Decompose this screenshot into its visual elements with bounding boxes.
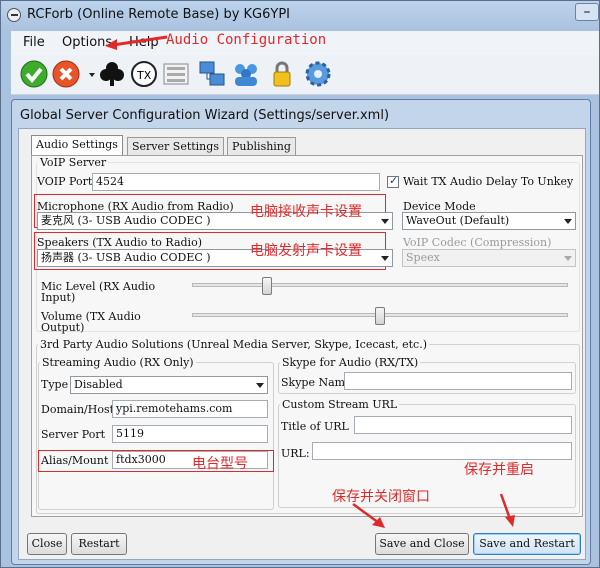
chevron-down-icon bbox=[256, 383, 264, 388]
volume-label-2: Output) bbox=[41, 321, 85, 334]
arrow-save-restart-icon bbox=[499, 493, 515, 527]
tab-server-settings[interactable]: Server Settings bbox=[127, 137, 224, 155]
arrow-save-close-icon bbox=[352, 502, 385, 528]
main-window: RCForb (Online Remote Base) by KG6YPI – … bbox=[0, 0, 600, 568]
chevron-down-icon bbox=[564, 256, 572, 261]
stream-type-value: Disabled bbox=[74, 378, 123, 391]
skype-title: Skype for Audio (RX/TX) bbox=[280, 356, 421, 369]
minimize-button[interactable]: – bbox=[575, 3, 599, 21]
window-title: RCForb (Online Remote Base) by KG6YPI bbox=[27, 7, 291, 22]
codec-value: Speex bbox=[406, 251, 440, 264]
mic-level-slider-track bbox=[192, 283, 568, 287]
tx-icon[interactable]: TX bbox=[129, 59, 159, 89]
host-label: Domain/Host bbox=[41, 403, 115, 416]
annotation-arrow-icon bbox=[105, 35, 168, 50]
wait-tx-label: Wait TX Audio Delay To Unkey bbox=[403, 175, 574, 188]
tab-audio-settings[interactable]: Audio Settings bbox=[31, 135, 123, 156]
toolbar: TX bbox=[11, 55, 599, 95]
dialog-title: Global Server Configuration Wizard (Sett… bbox=[20, 108, 390, 123]
tab-publishing[interactable]: Publishing bbox=[227, 137, 296, 155]
title-of-url-label: Title of URL bbox=[281, 420, 349, 433]
voip-port-label: VOIP Port bbox=[37, 175, 93, 188]
club-icon[interactable] bbox=[97, 59, 127, 89]
check-icon[interactable] bbox=[19, 59, 49, 89]
save-and-close-button[interactable]: Save and Close bbox=[375, 533, 469, 555]
mic-select-value: 麦克风 (3- USB Audio CODEC ) bbox=[41, 214, 211, 227]
volume-slider[interactable] bbox=[375, 307, 385, 325]
save-and-restart-button[interactable]: Save and Restart bbox=[473, 533, 581, 555]
svg-text:TX: TX bbox=[136, 69, 152, 82]
voip-port-input[interactable]: 4524 bbox=[92, 173, 380, 191]
mic-level-slider[interactable] bbox=[262, 277, 273, 295]
type-label: Type bbox=[41, 378, 69, 391]
stream-type-select[interactable]: Disabled bbox=[70, 376, 268, 394]
url-label: URL: bbox=[281, 447, 310, 460]
annotation-save-restart: 保存并重启 bbox=[464, 462, 534, 478]
app-icon bbox=[7, 8, 21, 22]
server-port-label: Server Port bbox=[41, 428, 106, 441]
annotation-mic: 电脑接收声卡设置 bbox=[250, 204, 362, 220]
url-input[interactable] bbox=[312, 442, 572, 460]
network-icon[interactable] bbox=[197, 59, 227, 89]
codec-select: Speex bbox=[402, 249, 576, 267]
voip-group-title: VoIP Server bbox=[38, 156, 109, 169]
dialog-body: Audio Settings Server Settings Publishin… bbox=[18, 128, 586, 560]
alias-label: Alias/Mount bbox=[41, 454, 109, 467]
chevron-down-icon bbox=[564, 219, 572, 224]
title-of-url-input[interactable] bbox=[354, 416, 572, 434]
speakers-label: Speakers (TX Audio to Radio) bbox=[37, 236, 202, 249]
server-port-input[interactable]: 5119 bbox=[112, 425, 268, 443]
annotation-audio-config: Audio Configuration bbox=[166, 32, 327, 48]
wait-tx-checkbox[interactable] bbox=[387, 174, 399, 188]
users-icon[interactable] bbox=[231, 59, 261, 89]
close-button[interactable]: Close bbox=[27, 533, 67, 555]
restart-button[interactable]: Restart bbox=[71, 533, 127, 555]
gear-icon[interactable] bbox=[303, 59, 333, 89]
chevron-down-icon bbox=[381, 219, 389, 224]
device-mode-select[interactable]: WaveOut (Default) bbox=[402, 212, 576, 230]
lock-icon[interactable] bbox=[267, 59, 297, 89]
device-mode-value: WaveOut (Default) bbox=[406, 214, 510, 227]
third-party-title: 3rd Party Audio Solutions (Unreal Media … bbox=[38, 338, 429, 351]
list-icon[interactable] bbox=[161, 59, 191, 89]
custom-stream-title: Custom Stream URL bbox=[280, 398, 400, 411]
title-bar: RCForb (Online Remote Base) by KG6YPI – bbox=[1, 1, 599, 31]
config-dialog: Global Server Configuration Wizard (Sett… bbox=[11, 99, 591, 565]
skype-name-input[interactable] bbox=[344, 372, 572, 390]
mic-level-label-2: Input) bbox=[41, 291, 76, 304]
annotation-speakers: 电脑发射声卡设置 bbox=[250, 243, 362, 259]
chevron-down-icon bbox=[381, 256, 389, 261]
audio-settings-panel: VoIP Server VOIP Port 4524 Wait TX Audio… bbox=[31, 155, 583, 517]
menu-file[interactable]: File bbox=[23, 35, 45, 50]
annotation-alias: 电台型号 bbox=[192, 456, 248, 472]
speakers-select-value: 扬声器 (3- USB Audio CODEC ) bbox=[41, 251, 211, 264]
streaming-title: Streaming Audio (RX Only) bbox=[40, 356, 196, 369]
host-input[interactable]: ypi.remotehams.com bbox=[112, 400, 268, 418]
codec-label: VoIP Codec (Compression) bbox=[403, 236, 552, 249]
skype-name-label: Skype Name bbox=[281, 376, 352, 389]
dropdown-arrow-icon[interactable] bbox=[77, 59, 95, 89]
